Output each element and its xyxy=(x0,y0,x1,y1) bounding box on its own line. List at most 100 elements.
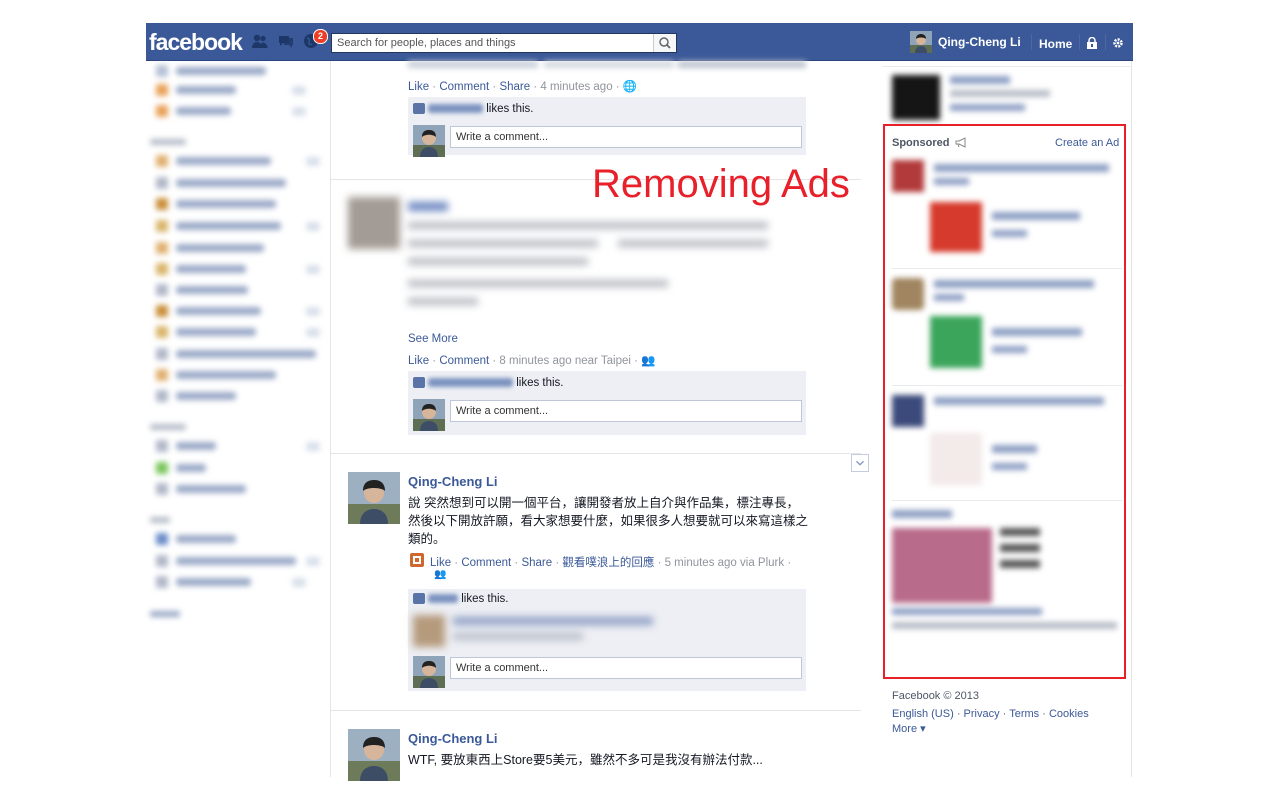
liker-name[interactable] xyxy=(428,594,458,604)
nav-section-heading xyxy=(150,517,170,523)
friends-audience-icon: 👥 xyxy=(434,569,447,580)
comment-link[interactable]: Comment xyxy=(439,355,489,367)
messages-icon[interactable] xyxy=(277,33,295,49)
comment-item xyxy=(413,613,793,649)
post-text: WTF, 要放東西上Store要5美元，雖然不多可是我沒有辦法付款... xyxy=(408,753,763,767)
see-more-link[interactable]: See More xyxy=(408,333,458,345)
ad-unit[interactable] xyxy=(892,160,1122,260)
home-link[interactable]: Home xyxy=(1039,37,1072,51)
post-timestamp[interactable]: · 8 minutes ago near Taipei · xyxy=(492,355,638,367)
globe-icon: 🌐 xyxy=(622,81,638,93)
nav-item[interactable] xyxy=(156,325,256,339)
nav-count xyxy=(306,442,320,451)
nav-item[interactable] xyxy=(156,439,216,453)
footer-more-dropdown[interactable]: More ▾ xyxy=(892,722,926,735)
post-author-avatar[interactable] xyxy=(348,472,400,524)
sponsored-heading: Sponsored xyxy=(892,137,950,149)
create-ad-link[interactable]: Create an Ad xyxy=(1055,137,1119,149)
comment-input[interactable]: Write a comment... xyxy=(450,400,802,422)
nav-count xyxy=(306,307,320,316)
share-link[interactable]: Share xyxy=(521,557,552,569)
post-actions: Like · Comment · Share · 4 minutes ago ·… xyxy=(408,81,638,93)
nav-item[interactable] xyxy=(156,104,231,118)
nav-item[interactable] xyxy=(156,283,248,297)
search-button[interactable] xyxy=(653,34,676,52)
nav-item[interactable] xyxy=(156,554,296,568)
comment-link[interactable]: Comment xyxy=(439,81,489,93)
search-icon xyxy=(659,37,671,49)
nav-item[interactable] xyxy=(156,64,266,78)
section-divider xyxy=(883,66,1131,67)
liker-name[interactable] xyxy=(428,378,513,388)
nav-item[interactable] xyxy=(156,368,276,382)
search-input[interactable] xyxy=(332,34,662,52)
nav-item[interactable] xyxy=(156,219,281,233)
nav-count xyxy=(306,157,320,166)
post-author-avatar[interactable] xyxy=(348,197,400,249)
facebook-logo[interactable]: facebook xyxy=(149,29,243,56)
like-link[interactable]: Like xyxy=(408,355,429,367)
story-options-chevron-icon[interactable] xyxy=(851,454,869,472)
like-link[interactable]: Like xyxy=(408,81,429,93)
nav-item[interactable] xyxy=(156,262,246,276)
friend-requests-icon[interactable] xyxy=(251,33,269,49)
post-actions: Like · Comment · 8 minutes ago near Taip… xyxy=(408,355,656,367)
post-author-name[interactable]: Qing-Cheng Li xyxy=(408,731,498,746)
footer-link-cookies[interactable]: Cookies xyxy=(1049,708,1089,720)
comment-input[interactable]: Write a comment... xyxy=(450,657,802,679)
profile-link[interactable]: Qing-Cheng Li xyxy=(910,31,1021,53)
plurk-icon xyxy=(410,553,424,567)
like-thumb-icon xyxy=(413,103,425,115)
nav-item[interactable] xyxy=(156,482,246,496)
post-timestamp[interactable]: · 4 minutes ago · xyxy=(533,81,619,93)
ad-unit[interactable] xyxy=(892,393,1122,493)
nav-item[interactable] xyxy=(156,154,271,168)
nav-item[interactable] xyxy=(156,389,236,403)
ad-unit[interactable] xyxy=(892,276,1122,376)
friends-audience-icon: 👥 xyxy=(641,355,656,367)
nav-count xyxy=(306,222,320,231)
post-body xyxy=(408,200,788,320)
post-text: 類的。 xyxy=(408,532,446,546)
footer-link-language[interactable]: English (US) xyxy=(892,708,954,720)
liker-name[interactable] xyxy=(428,104,483,114)
footer-link-terms[interactable]: Terms xyxy=(1009,708,1039,720)
post-divider xyxy=(331,453,861,454)
post-author-name[interactable]: Qing-Cheng Li xyxy=(408,474,498,489)
ad-unit[interactable] xyxy=(892,508,1122,643)
plurk-responses-link[interactable]: 觀看噗浪上的回應 xyxy=(562,557,654,569)
likes-text: likes this. xyxy=(461,593,509,605)
gear-icon[interactable] xyxy=(1112,37,1124,49)
like-thumb-icon xyxy=(413,593,425,605)
top-bar-separator xyxy=(1079,34,1080,50)
post-author-avatar[interactable] xyxy=(348,729,400,781)
post-photo-strip[interactable] xyxy=(408,61,806,68)
nav-item[interactable] xyxy=(156,176,286,190)
nav-item[interactable] xyxy=(156,461,206,475)
nav-item[interactable] xyxy=(156,304,261,318)
nav-more[interactable] xyxy=(150,611,180,617)
left-navigation xyxy=(146,61,330,621)
comment-input[interactable]: Write a comment... xyxy=(450,126,802,148)
megaphone-icon xyxy=(955,137,966,148)
post-timestamp[interactable]: · 5 minutes ago via Plurk · xyxy=(658,557,792,569)
nav-item[interactable] xyxy=(156,241,264,255)
nav-item[interactable] xyxy=(156,197,276,211)
friend-suggestion[interactable] xyxy=(892,70,1092,120)
footer-links: English (US) · Privacy · Terms · Cookies xyxy=(892,708,1089,720)
privacy-shortcuts-icon[interactable] xyxy=(1086,36,1098,49)
nav-item[interactable] xyxy=(156,347,316,361)
nav-count xyxy=(292,86,306,95)
nav-count xyxy=(306,328,320,337)
footer-link-privacy[interactable]: Privacy xyxy=(964,708,1000,720)
nav-item[interactable] xyxy=(156,83,236,97)
avatar xyxy=(413,399,445,431)
top-bar-separator xyxy=(1105,34,1106,50)
top-bar: facebook 2 Qing-Cheng Li Home xyxy=(146,23,1133,61)
comment-link[interactable]: Comment xyxy=(461,557,511,569)
nav-item[interactable] xyxy=(156,532,236,546)
like-link[interactable]: Like xyxy=(430,557,451,569)
share-link[interactable]: Share xyxy=(499,81,530,93)
avatar xyxy=(413,656,445,688)
nav-item[interactable] xyxy=(156,575,251,589)
